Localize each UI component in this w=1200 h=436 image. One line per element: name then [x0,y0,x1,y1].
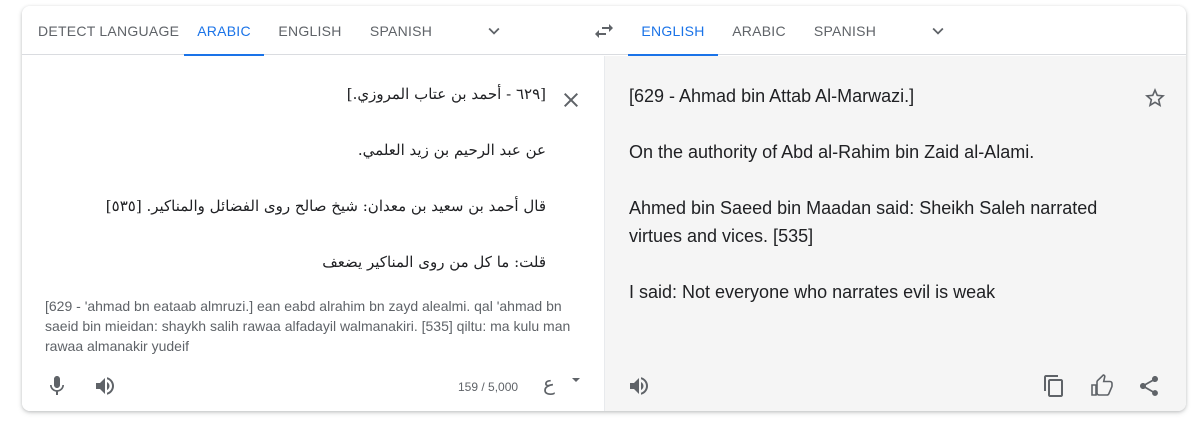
microphone-icon[interactable] [45,374,69,398]
target-more-languages-chevron-down-icon[interactable] [927,20,949,42]
rate-translation-icon[interactable] [1090,374,1114,398]
copy-translation-icon[interactable] [1042,374,1066,398]
source-listen-speaker-icon[interactable] [93,374,117,398]
tab-source-arabic[interactable]: ARABIC [184,6,264,56]
tab-target-spanish[interactable]: SPANISH [809,6,881,55]
translation-paragraph: I said: Not everyone who narrates evil i… [629,282,996,302]
tab-source-spanish[interactable]: SPANISH [365,6,437,55]
tab-source-english[interactable]: ENGLISH [274,6,346,55]
tab-source-detect-language[interactable]: DETECT LANGUAGE [38,6,179,55]
tab-target-english[interactable]: ENGLISH [628,6,718,56]
source-line: قال أحمد بن سعيد بن معدان: شيخ صالح روى … [105,197,546,215]
swap-languages-icon[interactable] [592,19,616,43]
target-pane: [629 - Ahmad bin Attab Al-Marwazi.] On t… [604,56,1186,411]
source-line: [٦٢٩ - أحمد بن عتاب المروزي.] [346,85,546,103]
translation-paragraph: Ahmed bin Saeed bin Maadan said: Sheikh … [629,198,1098,246]
source-text-input[interactable]: [٦٢٩ - أحمد بن عتاب المروزي.] عن عبد الر… [76,83,546,307]
tab-target-arabic[interactable]: ARABIC [726,6,792,55]
share-icon[interactable] [1137,374,1161,398]
clear-source-close-icon[interactable] [559,88,583,112]
source-more-languages-chevron-down-icon[interactable] [483,20,505,42]
translate-card: DETECT LANGUAGE ARABIC ENGLISH SPANISH E… [22,6,1186,411]
source-line: عن عبد الرحيم بن زيد العلمي. [357,141,546,159]
save-translation-star-icon[interactable] [1143,86,1167,110]
language-bar: DETECT LANGUAGE ARABIC ENGLISH SPANISH E… [22,6,1186,56]
source-transliteration: [629 - 'ahmad bn eataab almruzi.] ean ea… [45,298,571,354]
character-count: 159 / 5,000 [458,380,519,394]
input-tools-caret-down-icon[interactable] [570,374,582,386]
source-pane[interactable]: [٦٢٩ - أحمد بن عتاب المروزي.] عن عبد الر… [22,56,604,411]
translation-paragraph: [629 - Ahmad bin Attab Al-Marwazi.] [629,86,915,106]
target-listen-speaker-icon[interactable] [627,374,651,398]
input-tools-keyboard-button[interactable]: ع [543,371,555,396]
translation-paragraph: On the authority of Abd al-Rahim bin Zai… [629,142,1035,162]
translation-output: [629 - Ahmad bin Attab Al-Marwazi.] On t… [629,82,1119,334]
